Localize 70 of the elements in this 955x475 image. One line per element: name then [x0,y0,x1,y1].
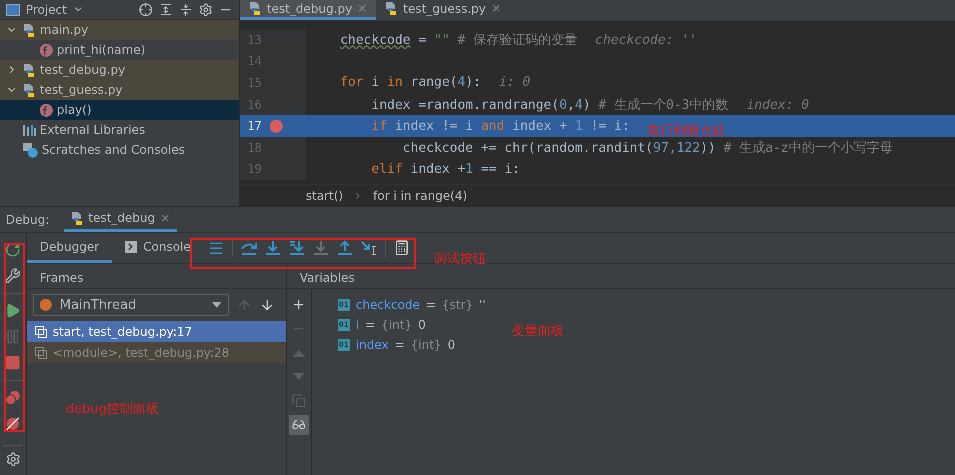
close-icon[interactable] [357,3,368,14]
up-triangle-icon [293,349,305,357]
function-icon [40,104,53,116]
settings-icon[interactable] [199,2,213,16]
breadcrumb[interactable]: start() [306,188,344,203]
resume-icon [5,303,21,319]
locate-icon[interactable] [139,2,153,16]
tree-item[interactable]: main.py [0,20,239,40]
tree-item[interactable]: Scratches and Consoles [0,140,239,160]
python-file-icon [22,22,36,38]
scratch-icon [22,142,38,158]
annotation-text: 执行到断点处 [648,123,726,140]
stack-frame[interactable]: start, test_debug.py:17 [27,321,286,342]
dropdown-caret-icon [212,302,222,308]
next-frame-button[interactable] [260,298,275,312]
python-file-icon [384,1,398,16]
glasses-icon [292,418,306,432]
thread-dropdown[interactable]: MainThread [33,294,229,316]
breakpoints-icon [5,390,21,406]
console-icon [125,240,138,252]
tree-item[interactable]: test_debug.py [0,60,239,80]
code-line: checkcode += chr(random.randint(97,122)) # 生成a-z中的一个小写字母 [402,140,893,157]
breadcrumb[interactable]: for i in range(4) [373,188,468,203]
add-icon [292,298,306,312]
panel-title[interactable]: Project [26,2,68,16]
frame-icon [35,326,47,338]
line-number: 17 [246,119,262,134]
stop-icon [5,355,21,371]
panel-title: Debug: [6,212,50,227]
python-file-icon [248,1,262,16]
debugger-tab[interactable]: Debugger [27,233,112,263]
frame-icon [35,346,47,358]
editor-tab[interactable]: test_guess.py [376,0,510,20]
mute-breakpoints-icon [5,416,21,432]
annotation-text: 变量面板 [512,323,564,340]
code-line: checkcode = "" # 保存验证码的变量 checkcode: '' [339,32,698,49]
tree-item[interactable]: play() [0,100,239,120]
tree-item[interactable]: print_hi(name) [0,40,239,60]
wrench-icon [5,268,21,284]
rerun-icon [5,242,21,258]
collapse-all-icon[interactable] [179,2,193,16]
thread-status-icon [40,299,52,311]
close-icon[interactable] [491,3,502,14]
code-line: elif index +1 == i: [370,162,520,177]
copy-icon [292,394,306,408]
close-icon[interactable] [160,212,172,224]
pause-icon [5,329,21,345]
debug-tab[interactable]: test_debug [64,207,178,232]
pane-title: Frames [27,264,286,289]
tree-item[interactable]: External Libraries [0,120,239,140]
down-triangle-icon [293,373,305,381]
settings-icon[interactable] [6,452,20,467]
library-icon [22,123,36,137]
pane-title: Variables [287,264,955,289]
stack-frame[interactable]: <module>, test_debug.py:28 [27,342,286,363]
code-line: if index != i and index + 1 != i: [370,118,630,134]
python-file-icon [22,62,36,78]
calculator-icon [394,240,410,256]
python-file-icon [70,210,84,226]
python-file-icon [22,82,36,98]
watches-button[interactable] [289,415,309,435]
annotation-text: debug控制面板 [66,401,159,418]
code-line: for i in range(4): i: 0 [339,75,531,90]
expand-all-icon[interactable] [159,2,173,16]
tree-item[interactable]: test_guess.py [0,80,239,100]
editor-tab[interactable]: test_debug.py [240,0,376,20]
project-window-icon [6,4,20,16]
debugger-tab[interactable]: Console [112,233,204,263]
code-line: index =random.randrange(0,4) # 生成一个0-3中的数 index: 0 [370,96,810,114]
function-icon [40,44,53,56]
